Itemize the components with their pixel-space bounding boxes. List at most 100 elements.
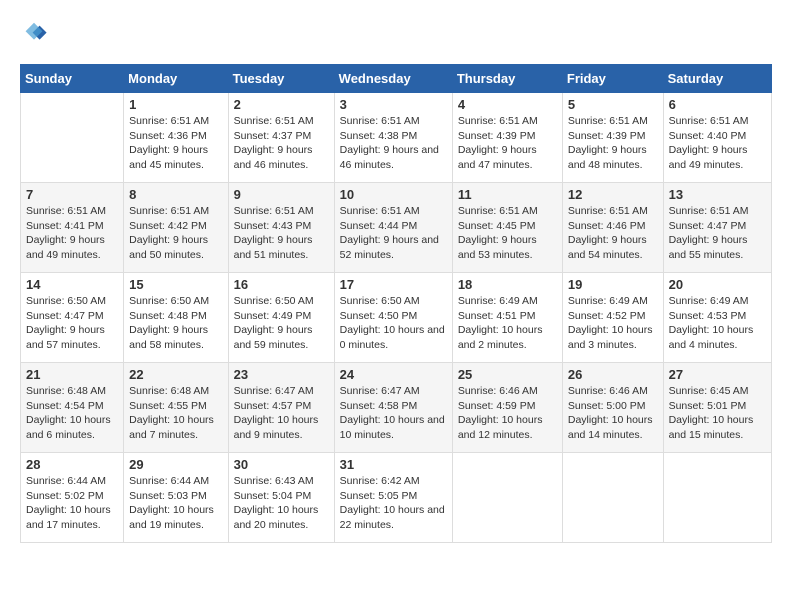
cell-info: Sunrise: 6:49 AMSunset: 4:53 PMDaylight:…: [669, 294, 766, 353]
cell-info: Sunrise: 6:51 AMSunset: 4:37 PMDaylight:…: [234, 114, 329, 173]
calendar-cell: 22 Sunrise: 6:48 AMSunset: 4:55 PMDayligh…: [124, 363, 228, 453]
cell-info: Sunrise: 6:51 AMSunset: 4:43 PMDaylight:…: [234, 204, 329, 263]
header-day: Monday: [124, 65, 228, 93]
date-number: 3: [340, 97, 447, 112]
calendar-cell: 15 Sunrise: 6:50 AMSunset: 4:48 PMDayligh…: [124, 273, 228, 363]
calendar-cell: 14 Sunrise: 6:50 AMSunset: 4:47 PMDayligh…: [21, 273, 124, 363]
date-number: 9: [234, 187, 329, 202]
cell-info: Sunrise: 6:45 AMSunset: 5:01 PMDaylight:…: [669, 384, 766, 443]
calendar-cell: 13 Sunrise: 6:51 AMSunset: 4:47 PMDayligh…: [663, 183, 771, 273]
header-day: Saturday: [663, 65, 771, 93]
calendar-cell: 6Sunrise: 6:51 AMSunset: 4:40 PMDaylight…: [663, 93, 771, 183]
date-number: 1: [129, 97, 222, 112]
calendar-cell: 29 Sunrise: 6:44 AMSunset: 5:03 PMDayligh…: [124, 453, 228, 543]
logo-icon: [20, 20, 48, 48]
cell-info: Sunrise: 6:50 AMSunset: 4:49 PMDaylight:…: [234, 294, 329, 353]
calendar-cell: 1 Sunrise: 6:51 AMSunset: 4:36 PMDaylight…: [124, 93, 228, 183]
date-number: 11: [458, 187, 557, 202]
cell-info: Sunrise: 6:51 AMSunset: 4:36 PMDaylight:…: [129, 114, 222, 173]
calendar-cell: 23 Sunrise: 6:47 AMSunset: 4:57 PMDayligh…: [228, 363, 334, 453]
cell-info: Sunrise: 6:44 AMSunset: 5:02 PMDaylight:…: [26, 474, 118, 533]
cell-info: Sunrise: 6:51 AMSunset: 4:39 PMDaylight:…: [568, 114, 658, 173]
calendar-cell: 30 Sunrise: 6:43 AMSunset: 5:04 PMDayligh…: [228, 453, 334, 543]
calendar-table: SundayMondayTuesdayWednesdayThursdayFrid…: [20, 64, 772, 543]
date-number: 23: [234, 367, 329, 382]
cell-info: Sunrise: 6:48 AMSunset: 4:55 PMDaylight:…: [129, 384, 222, 443]
calendar-week-row: 14 Sunrise: 6:50 AMSunset: 4:47 PMDayligh…: [21, 273, 772, 363]
date-number: 10: [340, 187, 447, 202]
header-day: Friday: [562, 65, 663, 93]
calendar-cell: 16 Sunrise: 6:50 AMSunset: 4:49 PMDayligh…: [228, 273, 334, 363]
header-day: Wednesday: [334, 65, 452, 93]
cell-info: Sunrise: 6:48 AMSunset: 4:54 PMDaylight:…: [26, 384, 118, 443]
cell-info: Sunrise: 6:51 AMSunset: 4:38 PMDaylight:…: [340, 114, 447, 173]
calendar-cell: 24Sunrise: 6:47 AMSunset: 4:58 PMDayligh…: [334, 363, 452, 453]
date-number: 2: [234, 97, 329, 112]
calendar-cell: 26 Sunrise: 6:46 AMSunset: 5:00 PMDayligh…: [562, 363, 663, 453]
date-number: 28: [26, 457, 118, 472]
calendar-cell: 19 Sunrise: 6:49 AMSunset: 4:52 PMDayligh…: [562, 273, 663, 363]
cell-info: Sunrise: 6:51 AMSunset: 4:45 PMDaylight:…: [458, 204, 557, 263]
cell-info: Sunrise: 6:50 AMSunset: 4:48 PMDaylight:…: [129, 294, 222, 353]
calendar-cell: 20 Sunrise: 6:49 AMSunset: 4:53 PMDayligh…: [663, 273, 771, 363]
cell-info: Sunrise: 6:49 AMSunset: 4:51 PMDaylight:…: [458, 294, 557, 353]
date-number: 5: [568, 97, 658, 112]
cell-info: Sunrise: 6:44 AMSunset: 5:03 PMDaylight:…: [129, 474, 222, 533]
date-number: 21: [26, 367, 118, 382]
cell-info: Sunrise: 6:51 AMSunset: 4:46 PMDaylight:…: [568, 204, 658, 263]
cell-info: Sunrise: 6:51 AMSunset: 4:40 PMDaylight:…: [669, 114, 766, 173]
cell-info: Sunrise: 6:51 AMSunset: 4:39 PMDaylight:…: [458, 114, 557, 173]
calendar-cell: 4 Sunrise: 6:51 AMSunset: 4:39 PMDaylight…: [452, 93, 562, 183]
cell-info: Sunrise: 6:46 AMSunset: 4:59 PMDaylight:…: [458, 384, 557, 443]
date-number: 29: [129, 457, 222, 472]
date-number: 20: [669, 277, 766, 292]
calendar-week-row: 1 Sunrise: 6:51 AMSunset: 4:36 PMDaylight…: [21, 93, 772, 183]
header-day: Sunday: [21, 65, 124, 93]
cell-info: Sunrise: 6:42 AMSunset: 5:05 PMDaylight:…: [340, 474, 447, 533]
calendar-cell: 11 Sunrise: 6:51 AMSunset: 4:45 PMDayligh…: [452, 183, 562, 273]
date-number: 16: [234, 277, 329, 292]
date-number: 18: [458, 277, 557, 292]
calendar-cell: 27Sunrise: 6:45 AMSunset: 5:01 PMDayligh…: [663, 363, 771, 453]
date-number: 26: [568, 367, 658, 382]
calendar-week-row: 21 Sunrise: 6:48 AMSunset: 4:54 PMDayligh…: [21, 363, 772, 453]
date-number: 25: [458, 367, 557, 382]
calendar-cell: 3 Sunrise: 6:51 AMSunset: 4:38 PMDaylight…: [334, 93, 452, 183]
header-row: SundayMondayTuesdayWednesdayThursdayFrid…: [21, 65, 772, 93]
date-number: 14: [26, 277, 118, 292]
date-number: 22: [129, 367, 222, 382]
cell-info: Sunrise: 6:51 AMSunset: 4:44 PMDaylight:…: [340, 204, 447, 263]
cell-info: Sunrise: 6:43 AMSunset: 5:04 PMDaylight:…: [234, 474, 329, 533]
calendar-cell: 8Sunrise: 6:51 AMSunset: 4:42 PMDaylight…: [124, 183, 228, 273]
header-day: Tuesday: [228, 65, 334, 93]
cell-info: Sunrise: 6:51 AMSunset: 4:47 PMDaylight:…: [669, 204, 766, 263]
date-number: 19: [568, 277, 658, 292]
calendar-cell: 7Sunrise: 6:51 AMSunset: 4:41 PMDaylight…: [21, 183, 124, 273]
calendar-cell: 9 Sunrise: 6:51 AMSunset: 4:43 PMDaylight…: [228, 183, 334, 273]
calendar-cell: [452, 453, 562, 543]
calendar-cell: 31 Sunrise: 6:42 AMSunset: 5:05 PMDayligh…: [334, 453, 452, 543]
date-number: 7: [26, 187, 118, 202]
cell-info: Sunrise: 6:50 AMSunset: 4:50 PMDaylight:…: [340, 294, 447, 353]
calendar-cell: 5 Sunrise: 6:51 AMSunset: 4:39 PMDaylight…: [562, 93, 663, 183]
cell-info: Sunrise: 6:47 AMSunset: 4:57 PMDaylight:…: [234, 384, 329, 443]
calendar-cell: 10 Sunrise: 6:51 AMSunset: 4:44 PMDayligh…: [334, 183, 452, 273]
calendar-cell: [562, 453, 663, 543]
cell-info: Sunrise: 6:49 AMSunset: 4:52 PMDaylight:…: [568, 294, 658, 353]
date-number: 17: [340, 277, 447, 292]
date-number: 13: [669, 187, 766, 202]
calendar-cell: 25 Sunrise: 6:46 AMSunset: 4:59 PMDayligh…: [452, 363, 562, 453]
calendar-week-row: 28 Sunrise: 6:44 AMSunset: 5:02 PMDayligh…: [21, 453, 772, 543]
cell-info: Sunrise: 6:50 AMSunset: 4:47 PMDaylight:…: [26, 294, 118, 353]
date-number: 31: [340, 457, 447, 472]
date-number: 30: [234, 457, 329, 472]
calendar-cell: 18 Sunrise: 6:49 AMSunset: 4:51 PMDayligh…: [452, 273, 562, 363]
calendar-cell: 2 Sunrise: 6:51 AMSunset: 4:37 PMDaylight…: [228, 93, 334, 183]
date-number: 8: [129, 187, 222, 202]
calendar-cell: 21 Sunrise: 6:48 AMSunset: 4:54 PMDayligh…: [21, 363, 124, 453]
date-number: 4: [458, 97, 557, 112]
date-number: 24: [340, 367, 447, 382]
logo: [20, 20, 52, 48]
cell-info: Sunrise: 6:46 AMSunset: 5:00 PMDaylight:…: [568, 384, 658, 443]
date-number: 15: [129, 277, 222, 292]
